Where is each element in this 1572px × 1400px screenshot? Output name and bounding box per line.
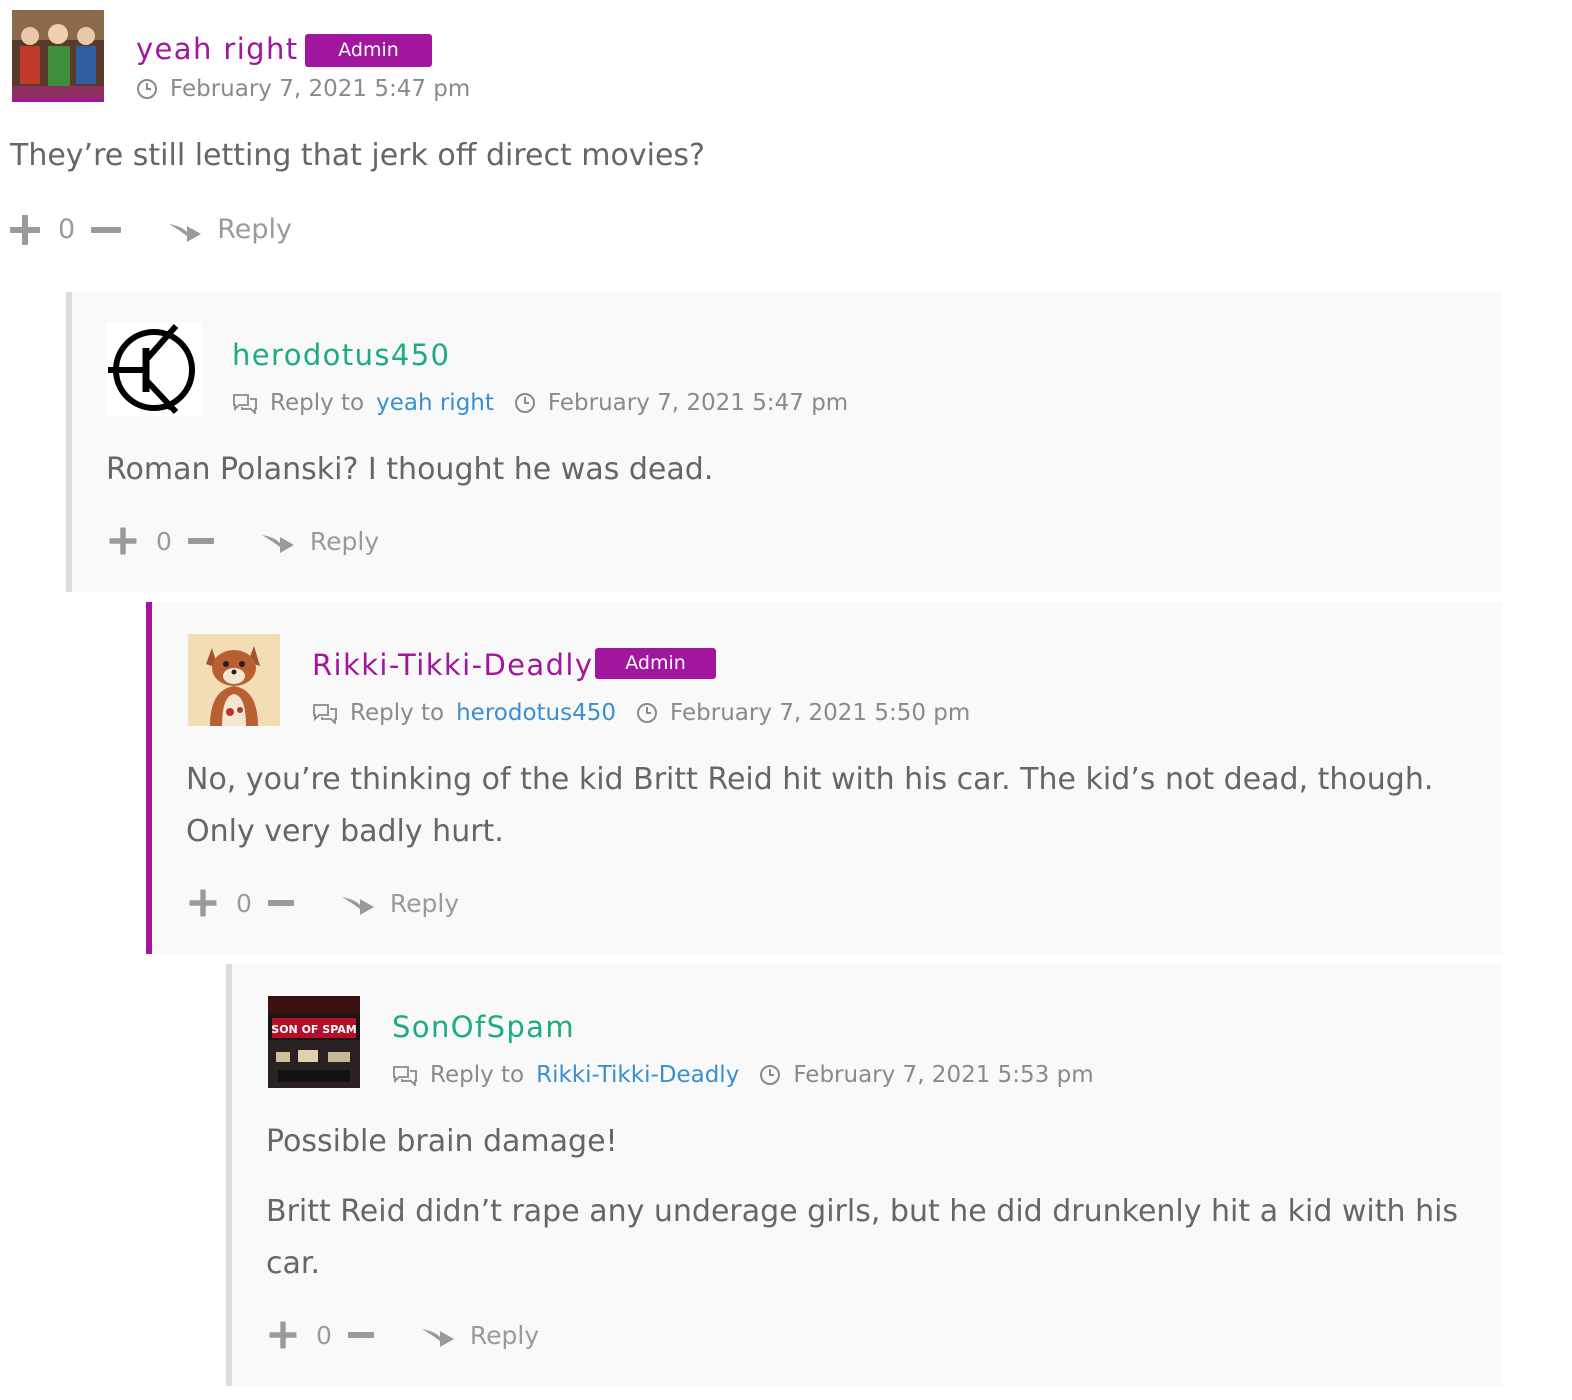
reply-arrow-icon[interactable]	[340, 889, 376, 917]
upvote-icon[interactable]	[189, 889, 217, 917]
vote-count: 0	[316, 1320, 332, 1350]
reply-arrow-icon[interactable]	[260, 527, 296, 555]
reply-button[interactable]: Reply	[217, 214, 292, 245]
downvote-icon[interactable]	[347, 1332, 374, 1338]
comment-paragraph: No, you’re thinking of the kid Britt Rei…	[186, 762, 1434, 849]
upvote-icon[interactable]	[269, 1321, 297, 1349]
avatar[interactable]: SON OF SPAM	[268, 996, 360, 1088]
comment-paragraph: Roman Polanski? I thought he was dead.	[106, 452, 714, 487]
downvote-icon[interactable]	[91, 226, 122, 233]
avatar[interactable]	[12, 10, 104, 102]
avatar-photo-icon	[12, 10, 104, 98]
comment-actions: 0 Reply	[10, 214, 292, 245]
comment-paragraph: They’re still letting that jerk off dire…	[10, 138, 705, 173]
speech-bubbles-icon	[393, 1066, 417, 1086]
clock-icon	[514, 393, 535, 413]
clock-icon	[137, 79, 157, 99]
reply-button[interactable]: Reply	[390, 889, 459, 918]
reply-arrow-icon[interactable]	[167, 216, 203, 244]
avatar[interactable]	[188, 634, 280, 726]
comment-paragraph: Britt Reid didn’t rape any underage girl…	[266, 1194, 1459, 1281]
comment-paragraph: Possible brain damage!	[266, 1124, 618, 1159]
reply-to-label: Reply to	[350, 700, 445, 726]
comment-meta: Reply to herodotus450 February 7, 2021 5…	[312, 700, 970, 726]
comment-yeah-right: yeah right Admin February 7, 2021 5:47 p…	[0, 0, 1572, 290]
reply-to-label: Reply to	[270, 390, 365, 416]
upvote-icon[interactable]	[109, 527, 137, 555]
transistor-symbol-icon	[108, 324, 195, 415]
reply-to-link[interactable]: herodotus450	[456, 700, 616, 726]
comment-meta: Reply to Rikki-Tikki-Deadly February 7, …	[392, 1062, 1094, 1088]
reply-button[interactable]: Reply	[470, 1321, 539, 1350]
comment-body: They’re still letting that jerk off dire…	[10, 130, 1410, 200]
comment-rikki-tikki-deadly: Rikki-Tikki-Deadly Admin Reply to herodo…	[146, 602, 1502, 954]
comment-meta: Reply to yeah right February 7, 2021 5:4…	[232, 390, 848, 416]
clock-icon	[637, 703, 658, 723]
timestamp[interactable]: February 7, 2021 5:53 pm	[793, 1062, 1093, 1088]
author-name[interactable]: SonOfSpam	[392, 1010, 575, 1044]
comment-meta: February 7, 2021 5:47 pm	[136, 76, 470, 102]
author-name[interactable]: herodotus450	[232, 338, 450, 372]
timestamp[interactable]: February 7, 2021 5:47 pm	[548, 390, 848, 416]
admin-badge: Admin	[305, 34, 432, 67]
son-of-spam-photo-icon: SON OF SPAM	[268, 996, 360, 1088]
comment-sonofspam: SON OF SPAM SonOfSpam Reply to Rikki-Tik…	[226, 964, 1502, 1386]
downvote-icon[interactable]	[187, 538, 214, 544]
reply-to-link[interactable]: yeah right	[376, 390, 494, 416]
speech-bubbles-icon	[233, 394, 257, 414]
vote-count: 0	[236, 888, 252, 918]
timestamp[interactable]: February 7, 2021 5:47 pm	[170, 76, 470, 102]
comment-body: Roman Polanski? I thought he was dead.	[106, 444, 1466, 514]
reply-to-label: Reply to	[430, 1062, 525, 1088]
comment-body: No, you’re thinking of the kid Britt Rei…	[186, 754, 1446, 876]
mongoose-cartoon-icon	[188, 634, 280, 726]
downvote-icon[interactable]	[267, 900, 294, 906]
comment-body: Possible brain damage! Britt Reid didn’t…	[266, 1116, 1466, 1308]
reply-arrow-icon[interactable]	[420, 1321, 456, 1349]
author-name[interactable]: yeah right	[136, 32, 299, 66]
upvote-icon[interactable]	[10, 214, 40, 245]
avatar-sign-text: SON OF SPAM	[271, 1023, 356, 1036]
clock-icon	[760, 1065, 781, 1085]
vote-count: 0	[58, 214, 76, 245]
reply-to-link[interactable]: Rikki-Tikki-Deadly	[536, 1062, 739, 1088]
avatar[interactable]	[106, 322, 202, 416]
comment-herodotus450: herodotus450 Reply to yeah right Februar…	[66, 292, 1502, 592]
vote-count: 0	[156, 526, 172, 556]
speech-bubbles-icon	[313, 704, 337, 724]
author-name[interactable]: Rikki-Tikki-Deadly	[312, 648, 593, 682]
admin-badge: Admin	[595, 648, 716, 679]
reply-button[interactable]: Reply	[310, 527, 379, 556]
comment-actions: 0 Reply	[268, 1320, 539, 1350]
comment-actions: 0 Reply	[108, 526, 379, 556]
comment-actions: 0 Reply	[188, 888, 459, 918]
timestamp[interactable]: February 7, 2021 5:50 pm	[670, 700, 970, 726]
